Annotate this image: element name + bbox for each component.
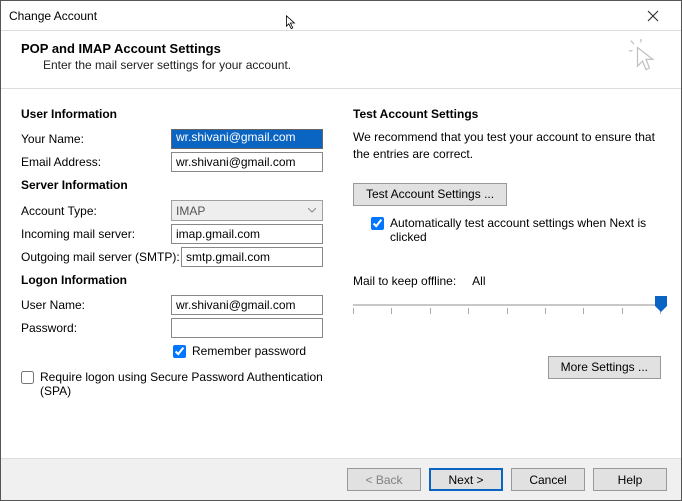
remember-password-label: Remember password [192,344,306,358]
slider-thumb-icon [655,296,667,312]
close-button[interactable] [633,2,673,30]
mail-keep-value: All [472,274,485,288]
header: POP and IMAP Account Settings Enter the … [1,31,681,89]
test-account-button[interactable]: Test Account Settings ... [353,183,507,206]
back-button: < Back [347,468,421,491]
spa-label: Require logon using Secure Password Auth… [40,370,329,398]
username-field[interactable] [171,295,323,315]
incoming-field[interactable] [171,224,323,244]
account-type-combo: IMAP [171,200,323,221]
password-label: Password: [21,321,171,335]
spa-checkbox[interactable] [21,371,34,384]
close-icon [647,10,659,22]
outgoing-label: Outgoing mail server (SMTP): [21,250,181,264]
footer: < Back Next > Cancel Help [1,458,681,500]
remember-password-checkbox[interactable] [173,345,186,358]
email-field[interactable] [171,152,323,172]
more-settings-button[interactable]: More Settings ... [548,356,661,379]
server-info-title: Server Information [21,178,329,192]
your-name-label: Your Name: [21,132,171,146]
password-field[interactable] [171,318,323,338]
chevron-down-icon [302,201,322,220]
your-name-field[interactable]: wr.shivani@gmail.com [171,129,323,149]
logon-info-title: Logon Information [21,273,329,287]
auto-test-checkbox[interactable] [371,217,384,230]
user-info-title: User Information [21,107,329,121]
cursor-graphic-icon [629,39,663,73]
mail-keep-label: Mail to keep offline: [353,274,456,288]
incoming-label: Incoming mail server: [21,227,171,241]
header-subtitle: Enter the mail server settings for your … [43,58,661,72]
test-settings-title: Test Account Settings [353,107,661,121]
header-title: POP and IMAP Account Settings [21,41,661,56]
auto-test-label: Automatically test account settings when… [390,216,650,244]
account-type-value: IMAP [176,204,205,218]
account-type-label: Account Type: [21,204,171,218]
next-button[interactable]: Next > [429,468,503,491]
outgoing-field[interactable] [181,247,323,267]
window-title: Change Account [9,9,633,23]
mail-keep-slider[interactable] [353,294,661,316]
cursor-icon [284,15,300,31]
help-button[interactable]: Help [593,468,667,491]
username-label: User Name: [21,298,171,312]
email-label: Email Address: [21,155,171,169]
test-settings-desc: We recommend that you test your account … [353,129,661,163]
cancel-button[interactable]: Cancel [511,468,585,491]
